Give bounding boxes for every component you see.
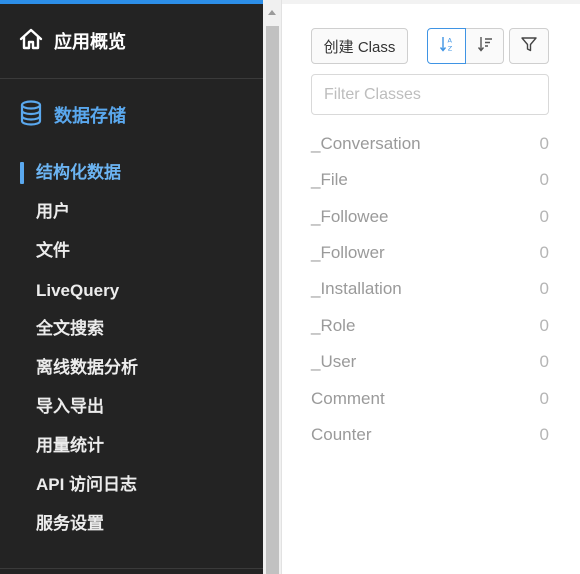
class-count: 0	[539, 134, 549, 153]
sidebar-item-import-export[interactable]: 导入导出	[36, 396, 104, 418]
sidebar-item-users[interactable]: 用户	[36, 201, 70, 223]
active-indicator	[20, 162, 24, 184]
class-count: 0	[539, 352, 549, 371]
class-list-panel: 创建 Class A Z Filter Classes _Conversatio…	[282, 0, 580, 574]
class-count: 0	[539, 243, 549, 262]
overview-label: 应用概览	[54, 32, 126, 52]
class-name: _File	[311, 170, 348, 189]
sort-button-group: A Z	[427, 28, 504, 64]
class-row[interactable]: _Installation 0	[311, 277, 549, 301]
class-name: Comment	[311, 389, 385, 408]
top-track	[282, 0, 580, 4]
sort-desc-icon	[476, 35, 494, 58]
filter-icon	[520, 35, 538, 58]
scroll-up-arrow-icon[interactable]	[268, 10, 276, 15]
class-count: 0	[539, 389, 549, 408]
sidebar-top-accent	[0, 0, 263, 4]
create-class-button[interactable]: 创建 Class	[311, 28, 408, 64]
sidebar-section-storage[interactable]: 数据存储	[20, 99, 126, 131]
class-row[interactable]: _Follower 0	[311, 241, 549, 265]
sidebar-item-service-settings[interactable]: 服务设置	[36, 513, 104, 535]
sidebar-item-usage-stats[interactable]: 用量统计	[36, 435, 104, 457]
sidebar-item-overview[interactable]: 应用概览	[18, 28, 126, 54]
class-row[interactable]: _User 0	[311, 350, 549, 374]
database-icon	[20, 99, 42, 131]
sidebar-divider-bottom	[0, 568, 263, 569]
class-name: _Role	[311, 316, 356, 335]
class-count: 0	[539, 279, 549, 298]
class-name: Counter	[311, 425, 372, 444]
sidebar-item-structured-data[interactable]: 结构化数据	[36, 162, 121, 184]
sidebar-item-livequery[interactable]: LiveQuery	[36, 280, 119, 302]
class-name: _Conversation	[311, 134, 421, 153]
sidebar-item-offline-analysis[interactable]: 离线数据分析	[36, 357, 138, 379]
sidebar-item-fulltext-search[interactable]: 全文搜索	[36, 318, 104, 340]
class-count: 0	[539, 207, 549, 226]
filter-classes-input[interactable]	[311, 74, 549, 115]
storage-label: 数据存储	[54, 106, 126, 126]
class-name: _User	[311, 352, 357, 371]
class-row[interactable]: _File 0	[311, 168, 549, 192]
class-row[interactable]: _Role 0	[311, 314, 549, 338]
home-icon	[18, 27, 44, 56]
class-name: _Followee	[311, 207, 389, 226]
sort-desc-button[interactable]	[466, 28, 504, 64]
sidebar-item-api-logs[interactable]: API 访问日志	[36, 474, 137, 496]
class-row[interactable]: Comment 0	[311, 387, 549, 411]
filter-button[interactable]	[509, 28, 549, 64]
svg-text:Z: Z	[447, 44, 452, 52]
sidebar-divider	[0, 78, 263, 79]
class-count: 0	[539, 170, 549, 189]
class-name: _Follower	[311, 243, 385, 262]
sidebar: 应用概览 数据存储 结构化数据 用户 文件 LiveQuery 全文搜索 离线数…	[0, 0, 263, 574]
class-row[interactable]: Counter 0	[311, 423, 549, 447]
svg-text:A: A	[447, 36, 452, 44]
sort-alpha-icon: A Z	[438, 35, 456, 58]
class-row[interactable]: _Followee 0	[311, 205, 549, 229]
class-count: 0	[539, 425, 549, 444]
class-count: 0	[539, 316, 549, 335]
sidebar-scrollbar[interactable]	[263, 0, 282, 574]
sort-alpha-button[interactable]: A Z	[427, 28, 466, 64]
scrollbar-thumb[interactable]	[266, 26, 279, 574]
class-row[interactable]: _Conversation 0	[311, 132, 549, 156]
sidebar-item-files[interactable]: 文件	[36, 240, 70, 262]
class-name: _Installation	[311, 279, 402, 298]
